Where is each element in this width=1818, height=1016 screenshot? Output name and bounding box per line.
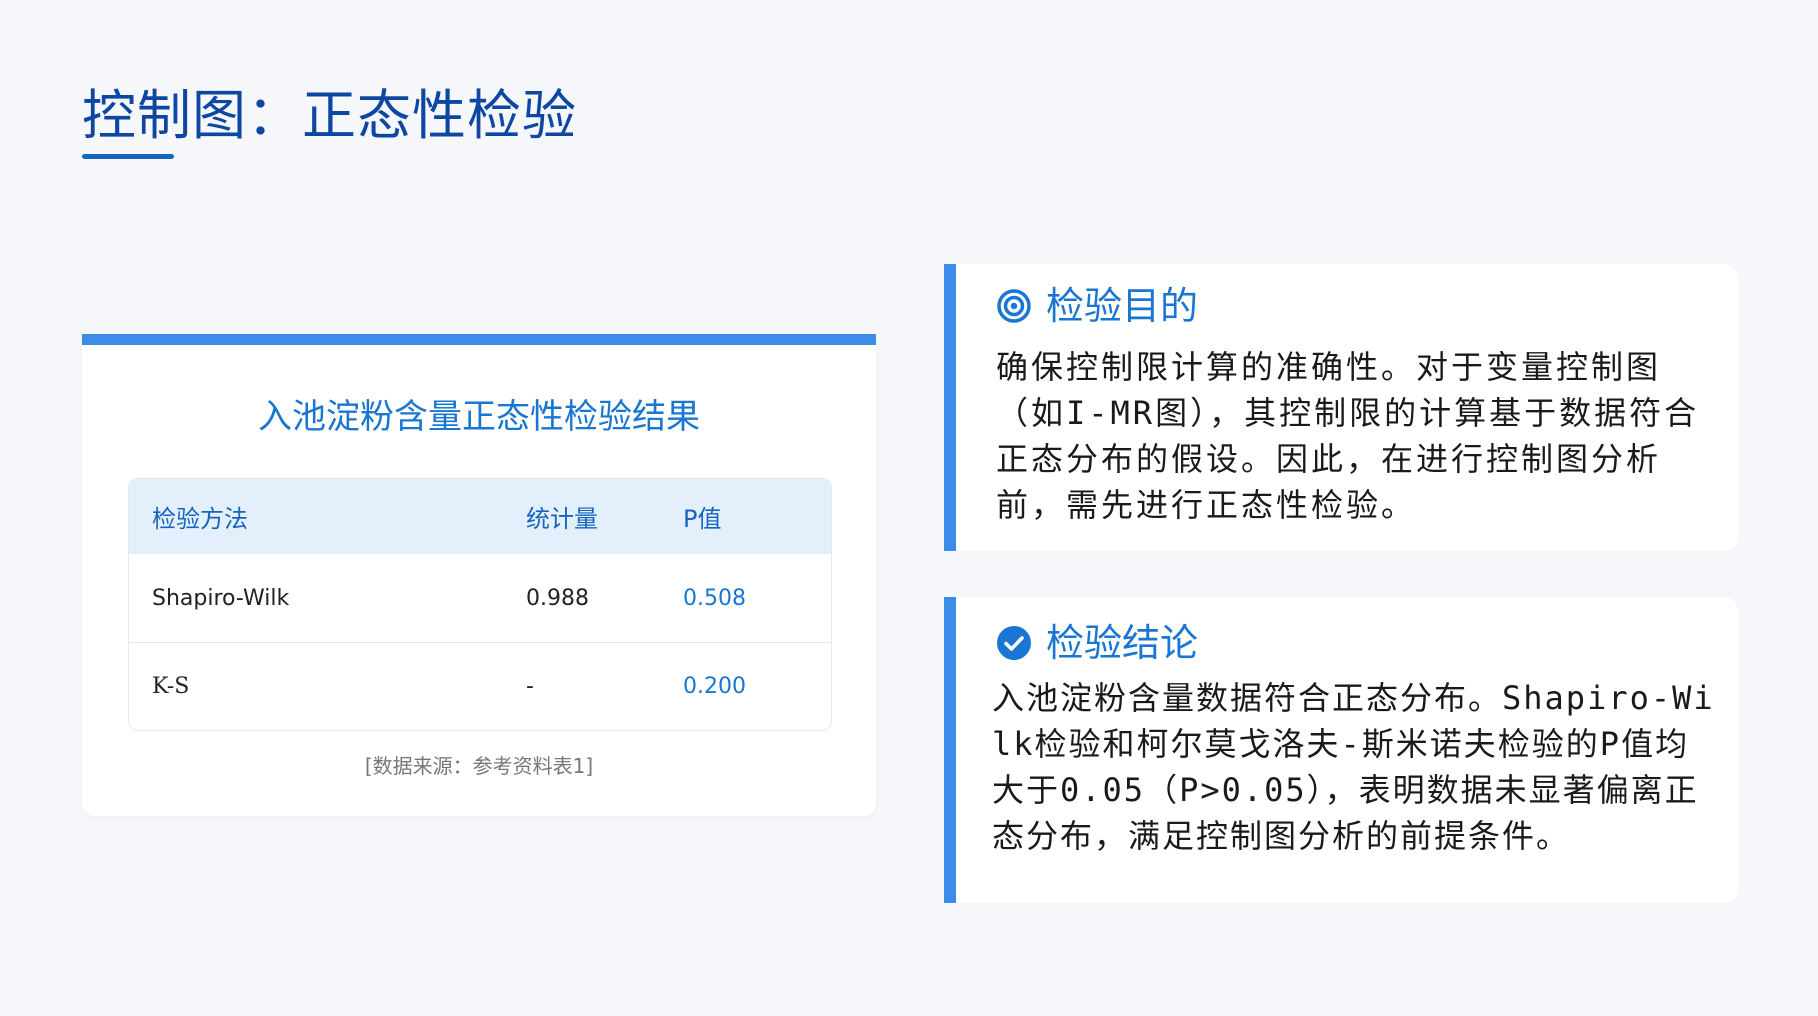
results-table-card: 入池淀粉含量正态性检验结果 检验方法 统计量 P值 Shapiro-Wilk 0… — [82, 334, 876, 816]
check-circle-icon — [996, 625, 1032, 661]
purpose-card-header: 检验目的 — [996, 276, 1198, 336]
conclusion-card: 检验结论 入池淀粉含量数据符合正态分布。Shapiro-Wilk检验和柯尔莫戈洛… — [944, 597, 1738, 903]
column-header-statistic: 统计量 — [526, 505, 598, 533]
source-note: [数据来源：参考资料表1] — [364, 754, 594, 778]
title-underline — [82, 154, 174, 159]
cell-method: K-S — [152, 674, 190, 699]
target-icon — [996, 288, 1032, 324]
cell-p-value: 0.200 — [683, 674, 746, 699]
purpose-heading: 检验目的 — [1046, 284, 1199, 328]
column-header-method: 检验方法 — [152, 505, 248, 533]
conclusion-heading: 检验结论 — [1046, 621, 1199, 665]
table-title: 入池淀粉含量正态性检验结果 — [258, 397, 700, 437]
purpose-text: 确保控制限计算的准确性。对于变量控制图（如I-MR图），其控制限的计算基于数据符… — [996, 348, 1700, 524]
conclusion-text: 入池淀粉含量数据符合正态分布。Shapiro-Wilk检验和柯尔莫戈洛夫-斯米诺… — [992, 679, 1715, 855]
conclusion-card-header: 检验结论 — [996, 613, 1198, 673]
table-header-row: 检验方法 统计量 P值 — [129, 479, 831, 554]
column-header-p-value: P值 — [683, 505, 722, 533]
cell-p-value: 0.508 — [683, 585, 746, 611]
purpose-card: 检验目的 确保控制限计算的准确性。对于变量控制图（如I-MR图），其控制限的计算… — [944, 264, 1738, 551]
table-row: Shapiro-Wilk 0.988 0.508 — [129, 554, 831, 642]
results-table: 检验方法 统计量 P值 Shapiro-Wilk 0.988 0.508 K-S… — [128, 478, 832, 731]
cell-statistic: 0.988 — [526, 585, 589, 611]
table-row: K-S - 0.200 — [129, 642, 831, 730]
page-title: 控制图：正态性检验 — [82, 84, 577, 147]
cell-statistic: - — [526, 674, 534, 699]
cell-method: Shapiro-Wilk — [152, 585, 290, 611]
